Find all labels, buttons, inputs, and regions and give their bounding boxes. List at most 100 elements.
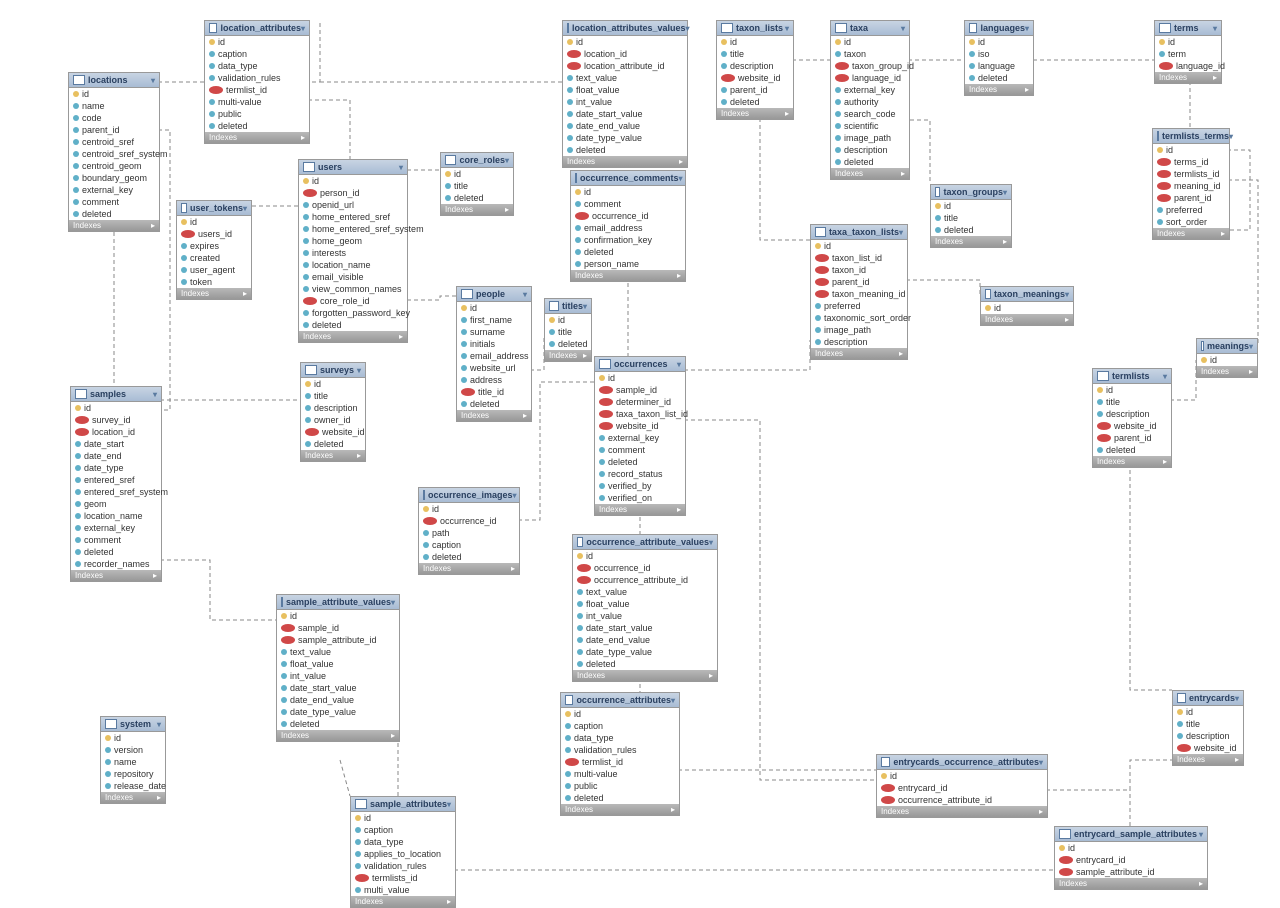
expand-icon[interactable]: ▸ xyxy=(399,332,403,341)
table-header[interactable]: location_attributes▾ xyxy=(205,21,309,36)
expand-icon[interactable]: ▸ xyxy=(505,205,509,214)
table-header[interactable]: taxon_lists▾ xyxy=(717,21,793,36)
indexes-footer[interactable]: Indexes▸ xyxy=(545,350,591,361)
expand-icon[interactable]: ▸ xyxy=(1249,367,1253,376)
table-entrycards_occurrence_attributes[interactable]: entrycards_occurrence_attributes▾identry… xyxy=(876,754,1048,818)
table-termlists[interactable]: termlists▾idtitledescriptionwebsite_idpa… xyxy=(1092,368,1172,468)
expand-icon[interactable]: ▸ xyxy=(391,731,395,740)
expand-icon[interactable]: ▸ xyxy=(1039,807,1043,816)
indexes-footer[interactable]: Indexes▸ xyxy=(561,804,679,815)
indexes-footer[interactable]: Indexes▸ xyxy=(71,570,161,581)
collapse-icon[interactable]: ▾ xyxy=(1235,694,1239,703)
indexes-footer[interactable]: Indexes▸ xyxy=(69,220,159,231)
expand-icon[interactable]: ▸ xyxy=(301,133,305,142)
indexes-footer[interactable]: Indexes▸ xyxy=(301,450,365,461)
collapse-icon[interactable]: ▾ xyxy=(357,366,361,375)
table-header[interactable]: occurrence_comments▾ xyxy=(571,171,685,186)
collapse-icon[interactable]: ▾ xyxy=(1213,24,1217,33)
expand-icon[interactable]: ▸ xyxy=(1221,229,1225,238)
table-header[interactable]: core_roles▾ xyxy=(441,153,513,168)
indexes-footer[interactable]: Indexes▸ xyxy=(457,410,531,421)
collapse-icon[interactable]: ▾ xyxy=(447,800,451,809)
table-header[interactable]: titles▾ xyxy=(545,299,591,314)
indexes-footer[interactable]: Indexes▸ xyxy=(563,156,687,167)
table-header[interactable]: sample_attribute_values▾ xyxy=(277,595,399,610)
collapse-icon[interactable]: ▾ xyxy=(1199,830,1203,839)
table-meanings[interactable]: meanings▾idIndexes▸ xyxy=(1196,338,1258,378)
indexes-footer[interactable]: Indexes▸ xyxy=(717,108,793,119)
collapse-icon[interactable]: ▾ xyxy=(153,390,157,399)
indexes-footer[interactable]: Indexes▸ xyxy=(1153,228,1229,239)
expand-icon[interactable]: ▸ xyxy=(447,897,451,906)
table-header[interactable]: user_tokens▾ xyxy=(177,201,251,216)
indexes-footer[interactable]: Indexes▸ xyxy=(877,806,1047,817)
table-occurrence_attribute_values[interactable]: occurrence_attribute_values▾idoccurrence… xyxy=(572,534,718,682)
table-header[interactable]: system▾ xyxy=(101,717,165,732)
table-location_attributes_values[interactable]: location_attributes_values▾idlocation_id… xyxy=(562,20,688,168)
indexes-footer[interactable]: Indexes▸ xyxy=(177,288,251,299)
table-termlists_terms[interactable]: termlists_terms▾idterms_idtermlists_idme… xyxy=(1152,128,1230,240)
table-surveys[interactable]: surveys▾idtitledescriptionowner_idwebsit… xyxy=(300,362,366,462)
table-header[interactable]: taxon_groups▾ xyxy=(931,185,1011,200)
table-entrycards[interactable]: entrycards▾idtitledescriptionwebsite_idI… xyxy=(1172,690,1244,766)
expand-icon[interactable]: ▸ xyxy=(899,349,903,358)
table-terms[interactable]: terms▾idtermlanguage_idIndexes▸ xyxy=(1154,20,1222,84)
collapse-icon[interactable]: ▾ xyxy=(151,76,155,85)
expand-icon[interactable]: ▸ xyxy=(677,505,681,514)
table-header[interactable]: languages▾ xyxy=(965,21,1033,36)
table-sample_attribute_values[interactable]: sample_attribute_values▾idsample_idsampl… xyxy=(276,594,400,742)
expand-icon[interactable]: ▸ xyxy=(671,805,675,814)
collapse-icon[interactable]: ▾ xyxy=(1039,758,1043,767)
table-header[interactable]: termlists_terms▾ xyxy=(1153,129,1229,144)
indexes-footer[interactable]: Indexes▸ xyxy=(595,504,685,515)
collapse-icon[interactable]: ▾ xyxy=(677,360,681,369)
table-occurrence_comments[interactable]: occurrence_comments▾idcommentoccurrence_… xyxy=(570,170,686,282)
table-people[interactable]: people▾idfirst_namesurnameinitialsemail_… xyxy=(456,286,532,422)
table-sample_attributes[interactable]: sample_attributes▾idcaptiondata_typeappl… xyxy=(350,796,456,908)
table-languages[interactable]: languages▾idisolanguagedeletedIndexes▸ xyxy=(964,20,1034,96)
table-header[interactable]: occurrence_attribute_values▾ xyxy=(573,535,717,550)
indexes-footer[interactable]: Indexes▸ xyxy=(931,236,1011,247)
table-taxon_meanings[interactable]: taxon_meanings▾idIndexes▸ xyxy=(980,286,1074,326)
table-users[interactable]: users▾idperson_idopenid_urlhome_entered_… xyxy=(298,159,408,343)
expand-icon[interactable]: ▸ xyxy=(1163,457,1167,466)
table-core_roles[interactable]: core_roles▾idtitledeletedIndexes▸ xyxy=(440,152,514,216)
indexes-footer[interactable]: Indexes▸ xyxy=(981,314,1073,325)
table-header[interactable]: entrycards▾ xyxy=(1173,691,1243,706)
collapse-icon[interactable]: ▾ xyxy=(523,290,527,299)
expand-icon[interactable]: ▸ xyxy=(157,793,161,802)
indexes-footer[interactable]: Indexes▸ xyxy=(419,563,519,574)
collapse-icon[interactable]: ▾ xyxy=(513,491,517,500)
table-location_attributes[interactable]: location_attributes▾idcaptiondata_typeva… xyxy=(204,20,310,144)
expand-icon[interactable]: ▸ xyxy=(153,571,157,580)
table-locations[interactable]: locations▾idnamecodeparent_idcentroid_sr… xyxy=(68,72,160,232)
collapse-icon[interactable]: ▾ xyxy=(1163,372,1167,381)
expand-icon[interactable]: ▸ xyxy=(357,451,361,460)
table-header[interactable]: entrycards_occurrence_attributes▾ xyxy=(877,755,1047,770)
expand-icon[interactable]: ▸ xyxy=(785,109,789,118)
collapse-icon[interactable]: ▾ xyxy=(709,538,713,547)
indexes-footer[interactable]: Indexes▸ xyxy=(441,204,513,215)
table-header[interactable]: locations▾ xyxy=(69,73,159,88)
expand-icon[interactable]: ▸ xyxy=(151,221,155,230)
indexes-footer[interactable]: Indexes▸ xyxy=(351,896,455,907)
table-header[interactable]: entrycard_sample_attributes▾ xyxy=(1055,827,1207,842)
collapse-icon[interactable]: ▾ xyxy=(243,204,247,213)
table-header[interactable]: meanings▾ xyxy=(1197,339,1257,354)
expand-icon[interactable]: ▸ xyxy=(901,169,905,178)
table-entrycard_sample_attributes[interactable]: entrycard_sample_attributes▾identrycard_… xyxy=(1054,826,1208,890)
collapse-icon[interactable]: ▾ xyxy=(785,24,789,33)
expand-icon[interactable]: ▸ xyxy=(679,157,683,166)
table-header[interactable]: occurrence_images▾ xyxy=(419,488,519,503)
indexes-footer[interactable]: Indexes▸ xyxy=(1197,366,1257,377)
indexes-footer[interactable]: Indexes▸ xyxy=(1155,72,1221,83)
table-taxa[interactable]: taxa▾idtaxontaxon_group_idlanguage_idext… xyxy=(830,20,910,180)
collapse-icon[interactable]: ▾ xyxy=(671,696,675,705)
collapse-icon[interactable]: ▾ xyxy=(505,156,509,165)
collapse-icon[interactable]: ▾ xyxy=(301,24,305,33)
table-header[interactable]: terms▾ xyxy=(1155,21,1221,36)
table-occurrence_images[interactable]: occurrence_images▾idoccurrence_idpathcap… xyxy=(418,487,520,575)
indexes-footer[interactable]: Indexes▸ xyxy=(205,132,309,143)
collapse-icon[interactable]: ▾ xyxy=(679,174,683,183)
table-header[interactable]: people▾ xyxy=(457,287,531,302)
